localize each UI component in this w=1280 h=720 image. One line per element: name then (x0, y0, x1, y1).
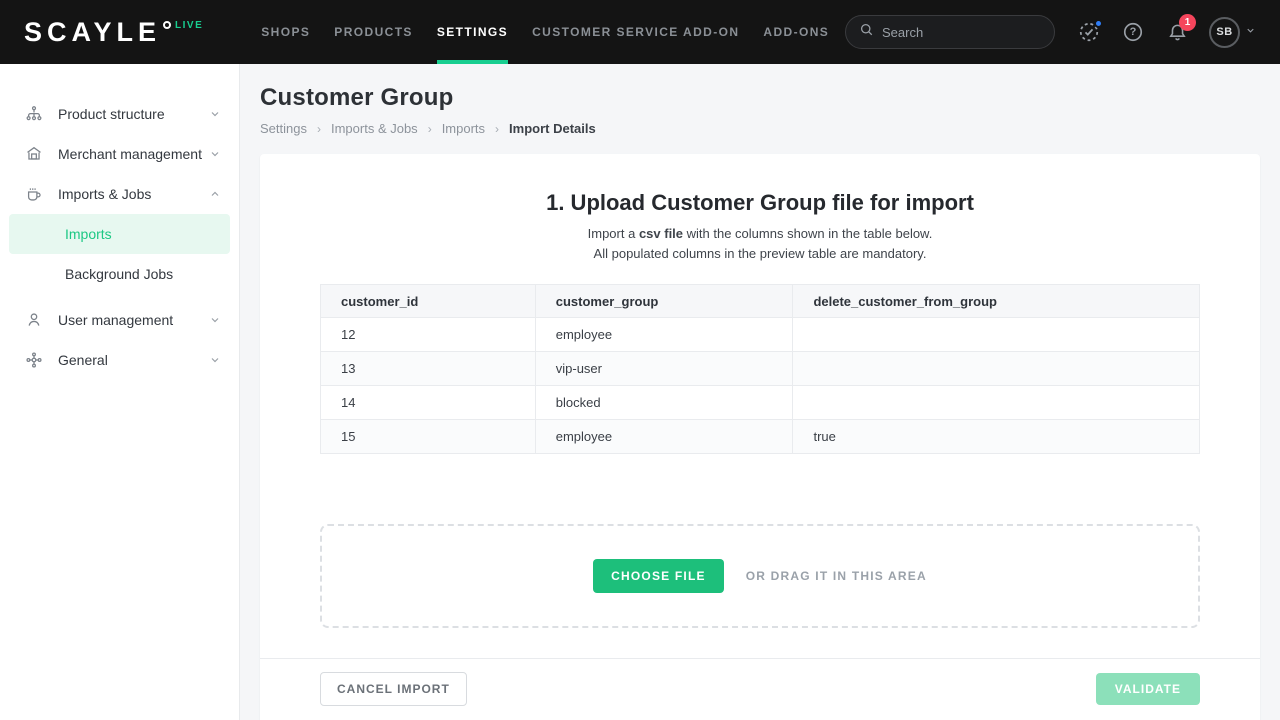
table-row: 15 employee true (321, 420, 1200, 454)
nav-customer-service-addon[interactable]: CUSTOMER SERVICE ADD-ON (520, 0, 751, 64)
main-content: Customer Group Settings › Imports & Jobs… (240, 64, 1280, 720)
cancel-import-button[interactable]: CANCEL IMPORT (320, 672, 467, 706)
nav-products[interactable]: PRODUCTS (322, 0, 425, 64)
help-icon[interactable]: ? (1121, 20, 1145, 44)
column-header-customer-id: customer_id (321, 285, 536, 318)
notification-badge: 1 (1179, 14, 1196, 31)
sidebar-item-user-management[interactable]: User management (0, 300, 239, 340)
chevron-down-icon (209, 148, 221, 160)
card-footer: CANCEL IMPORT VALIDATE (260, 658, 1260, 719)
nav-addons[interactable]: ADD-ONS (751, 0, 841, 64)
breadcrumb-imports-jobs[interactable]: Imports & Jobs (331, 121, 418, 136)
choose-file-button[interactable]: CHOOSE FILE (593, 559, 724, 593)
nav-settings[interactable]: SETTINGS (425, 0, 520, 64)
table-header-row: customer_id customer_group delete_custom… (321, 285, 1200, 318)
breadcrumb-settings[interactable]: Settings (260, 121, 307, 136)
sidebar-item-general[interactable]: General (0, 340, 239, 380)
sidebar-item-merchant-management[interactable]: Merchant management (0, 134, 239, 174)
mug-icon (24, 185, 44, 203)
sidebar-subitem-imports[interactable]: Imports (9, 214, 230, 254)
status-dot (1094, 19, 1103, 28)
dropzone-hint: OR DRAG IT IN THIS AREA (746, 569, 927, 583)
breadcrumb-separator: › (495, 122, 499, 136)
upload-step-heading: 1. Upload Customer Group file for import (260, 190, 1260, 216)
scayle-logo[interactable]: SCAYLE LIVE (24, 19, 203, 46)
import-card: 1. Upload Customer Group file for import… (260, 154, 1260, 720)
table-row: 12 employee (321, 318, 1200, 352)
table-row: 14 blocked (321, 386, 1200, 420)
validate-button[interactable]: VALIDATE (1096, 673, 1200, 705)
sidebar-item-product-structure[interactable]: Product structure (0, 94, 239, 134)
chevron-down-icon (209, 108, 221, 120)
top-navigation: SHOPS PRODUCTS SETTINGS CUSTOMER SERVICE… (249, 0, 841, 64)
sidebar-subitem-background-jobs[interactable]: Background Jobs (9, 254, 230, 294)
search-icon (859, 22, 874, 42)
sitemap-icon (24, 105, 44, 123)
chevron-down-icon (209, 314, 221, 326)
upload-instructions: Import a csv file with the columns shown… (260, 224, 1260, 264)
user-menu[interactable]: SB (1209, 17, 1256, 48)
breadcrumb-separator: › (317, 122, 321, 136)
logo-text: SCAYLE (24, 19, 161, 46)
sidebar: Product structure Merchant management (0, 64, 240, 720)
column-header-delete-customer-from-group: delete_customer_from_group (793, 285, 1200, 318)
top-bar: SCAYLE LIVE SHOPS PRODUCTS SETTINGS CUST… (0, 0, 1280, 64)
logo-circle-icon (163, 21, 171, 29)
environment-badge: LIVE (175, 20, 203, 31)
store-icon (24, 145, 44, 163)
file-dropzone[interactable]: CHOOSE FILE OR DRAG IT IN THIS AREA (320, 524, 1200, 628)
topbar-icon-cluster: ? 1 SB (1077, 17, 1256, 48)
column-header-customer-group: customer_group (535, 285, 793, 318)
user-icon (24, 311, 44, 329)
breadcrumb-separator: › (428, 122, 432, 136)
notifications-bell-icon[interactable]: 1 (1165, 20, 1189, 44)
page-title: Customer Group (260, 84, 1260, 112)
breadcrumb-import-details: Import Details (509, 121, 596, 136)
nav-shops[interactable]: SHOPS (249, 0, 322, 64)
chevron-down-icon (1245, 23, 1256, 41)
tasks-status-icon[interactable] (1077, 20, 1101, 44)
sidebar-item-imports-jobs[interactable]: Imports & Jobs (0, 174, 239, 214)
chevron-up-icon (209, 188, 221, 200)
app-window: SCAYLE LIVE SHOPS PRODUCTS SETTINGS CUST… (0, 0, 1280, 720)
csv-preview-table: customer_id customer_group delete_custom… (320, 284, 1200, 454)
card-header: 1. Upload Customer Group file for import… (260, 154, 1260, 264)
help-glyph: ? (1130, 26, 1137, 38)
table-row: 13 vip-user (321, 352, 1200, 386)
chevron-down-icon (209, 354, 221, 366)
nodes-icon (24, 351, 44, 369)
breadcrumb: Settings › Imports & Jobs › Imports › Im… (260, 121, 1260, 136)
avatar: SB (1209, 17, 1240, 48)
search-input[interactable] (882, 25, 1041, 40)
global-search[interactable] (845, 15, 1055, 49)
breadcrumb-imports[interactable]: Imports (442, 121, 485, 136)
